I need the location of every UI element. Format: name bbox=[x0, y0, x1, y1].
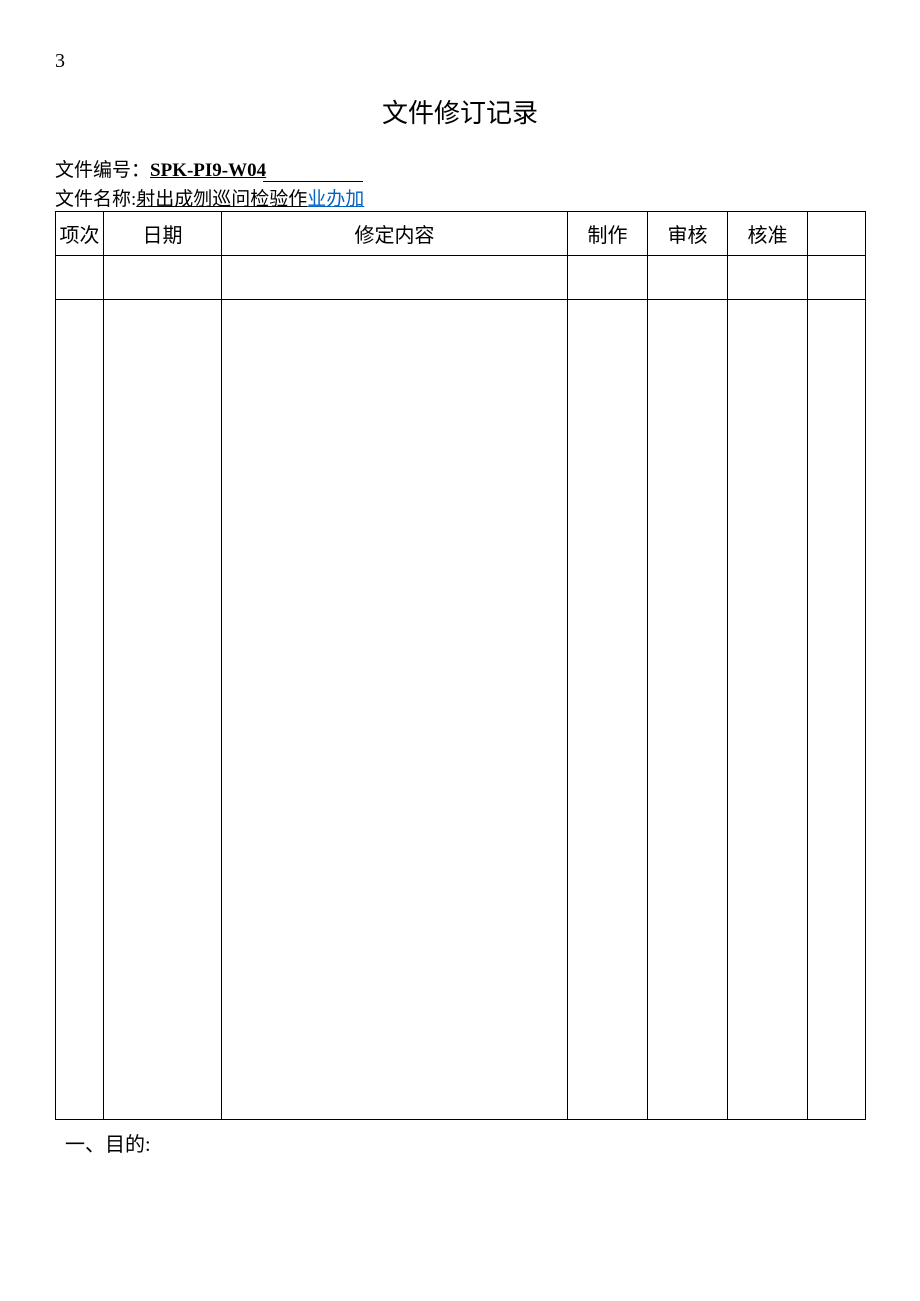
doc-name-label: 文件名称: bbox=[55, 189, 136, 210]
table-row bbox=[56, 256, 866, 300]
doc-name-row: 文件名称:射出成刎巡问检验作业办加 bbox=[55, 184, 865, 211]
cell-made bbox=[568, 256, 648, 300]
page-number: 3 bbox=[55, 50, 865, 73]
cell-date bbox=[104, 300, 222, 1120]
cell-review bbox=[648, 300, 728, 1120]
header-extra bbox=[808, 212, 866, 256]
doc-name-value: 射出成刎巡问检验作 bbox=[136, 189, 307, 210]
cell-date bbox=[104, 256, 222, 300]
cell-extra bbox=[808, 300, 866, 1120]
header-date: 日期 bbox=[104, 212, 222, 256]
section-heading-purpose: 一、目的: bbox=[65, 1128, 865, 1157]
header-item: 项次 bbox=[56, 212, 104, 256]
cell-extra bbox=[808, 256, 866, 300]
cell-approve bbox=[728, 300, 808, 1120]
revision-table: 项次 日期 修定内容 制作 审核 核准 bbox=[55, 211, 866, 1120]
doc-name-link: 业办加 bbox=[307, 189, 364, 210]
header-content: 修定内容 bbox=[222, 212, 568, 256]
table-header-row: 项次 日期 修定内容 制作 审核 核准 bbox=[56, 212, 866, 256]
cell-content bbox=[222, 256, 568, 300]
cell-approve bbox=[728, 256, 808, 300]
cell-item bbox=[56, 256, 104, 300]
doc-number-row: 文件编号：SPK-PI9-W04 bbox=[55, 155, 865, 182]
document-title: 文件修订记录 bbox=[55, 93, 865, 130]
header-review: 审核 bbox=[648, 212, 728, 256]
doc-number-label: 文件编号： bbox=[55, 160, 150, 181]
cell-content bbox=[222, 300, 568, 1120]
cell-review bbox=[648, 256, 728, 300]
doc-number-underline-extension bbox=[263, 181, 363, 182]
header-approve: 核准 bbox=[728, 212, 808, 256]
table-row bbox=[56, 300, 866, 1120]
header-made: 制作 bbox=[568, 212, 648, 256]
cell-item bbox=[56, 300, 104, 1120]
doc-number-value: SPK-PI9-W04 bbox=[150, 160, 266, 181]
cell-made bbox=[568, 300, 648, 1120]
